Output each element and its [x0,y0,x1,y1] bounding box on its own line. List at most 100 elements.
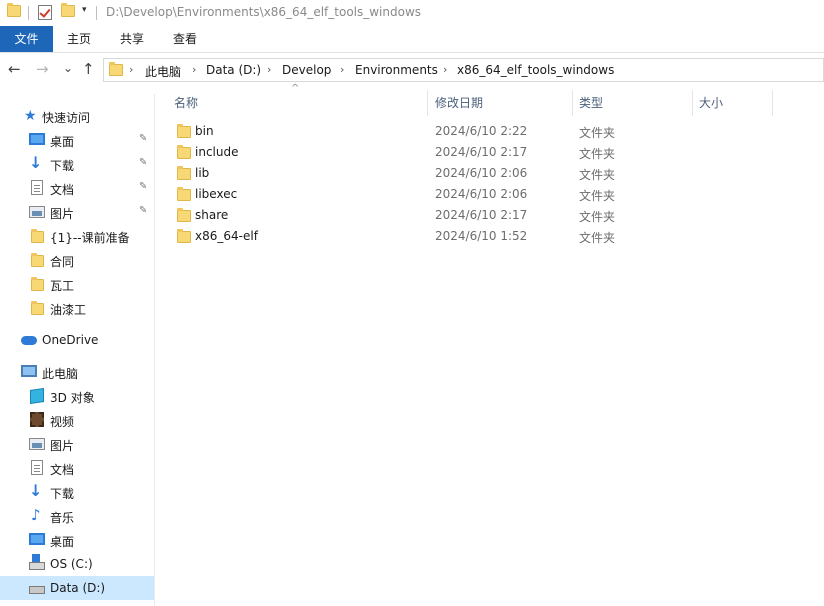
sidebar-item-label: 瓦工 [50,279,75,293]
breadcrumb-separator[interactable]: › [443,63,447,76]
file-name: include [195,145,239,159]
folder-icon [31,277,44,291]
sidebar-item-downloads[interactable]: ↓ 下载 ✎ [0,152,154,176]
sidebar-item-downloads-pc[interactable]: ↓ 下载 [0,480,154,504]
address-bar[interactable]: › 此电脑 › Data (D:) › Develop › Environmen… [103,58,824,82]
column-header-size[interactable]: 大小 [699,94,723,111]
sidebar-item-drive-c[interactable]: OS (C:) [0,552,154,576]
recent-locations-button[interactable]: ⌄ [63,61,73,75]
column-divider[interactable] [692,90,693,116]
file-type: 文件夹 [579,126,616,140]
title-bar: ▾ D:\Develop\Environments\x86_64_elf_too… [0,0,824,26]
sidebar-item-label: 音乐 [50,511,75,525]
file-type: 文件夹 [579,231,616,245]
sidebar-item-3d-objects[interactable]: 3D 对象 [0,384,154,408]
file-modified: 2024/6/10 2:17 [435,208,528,222]
document-icon [31,460,43,475]
folder-icon[interactable] [7,3,21,17]
sidebar-item-label: 文档 [50,463,75,477]
sidebar-item-label: 3D 对象 [50,391,95,405]
breadcrumb-current-folder[interactable]: x86_64_elf_tools_windows [457,63,614,77]
sidebar-item-folder-contract[interactable]: 合同 [0,248,154,272]
sidebar-item-quick-access[interactable]: ★ 快速访问 [0,104,154,128]
sidebar-item-documents[interactable]: 文档 ✎ [0,176,154,200]
table-row[interactable]: bin 2024/6/10 2:22 文件夹 [156,121,756,142]
sidebar-item-label: 合同 [50,255,75,269]
folder-icon [177,145,191,159]
column-header-name[interactable]: 名称 [174,94,198,111]
tab-file[interactable]: 文件 [0,26,53,52]
sidebar-item-pictures[interactable]: 图片 ✎ [0,200,154,224]
sidebar-item-label: {1}--课前准备 [50,231,130,245]
breadcrumb-develop[interactable]: Develop [282,63,331,77]
onedrive-icon [21,336,37,345]
table-row[interactable]: x86_64-elf 2024/6/10 1:52 文件夹 [156,226,756,247]
column-header-modified[interactable]: 修改日期 [435,94,483,111]
sidebar-item-folder-painting[interactable]: 油漆工 [0,296,154,320]
desktop-icon [29,133,45,145]
customize-quick-access-dropdown[interactable]: ▾ [82,5,87,15]
sidebar-item-desktop-pc[interactable]: 桌面 [0,528,154,552]
video-icon [30,412,44,427]
tab-share[interactable]: 共享 [110,26,154,52]
table-row[interactable]: include 2024/6/10 2:17 文件夹 [156,142,756,163]
folder-icon [31,229,44,243]
navigation-pane: ★ 快速访问 桌面 ✎ ↓ 下载 ✎ 文档 ✎ 图片 ✎ {1}--课前准备 合… [0,94,155,606]
properties-icon[interactable] [38,5,52,20]
sidebar-item-pictures-pc[interactable]: 图片 [0,432,154,456]
drive-icon [29,554,45,570]
back-button[interactable]: ← [8,60,21,78]
column-header-type[interactable]: 类型 [579,94,603,111]
sidebar-item-videos[interactable]: 视频 [0,408,154,432]
new-folder-icon[interactable] [61,3,75,17]
sidebar-item-this-pc[interactable]: 此电脑 [0,360,154,384]
sidebar-item-desktop[interactable]: 桌面 ✎ [0,128,154,152]
file-name: share [195,208,229,222]
breadcrumb-separator[interactable]: › [340,63,344,76]
window-title: D:\Develop\Environments\x86_64_elf_tools… [106,5,422,19]
sidebar-item-folder-prep[interactable]: {1}--课前准备 [0,224,154,248]
toolbar-divider [28,6,29,20]
folder-icon [177,124,191,138]
tab-view[interactable]: 查看 [163,26,207,52]
breadcrumb-environments[interactable]: Environments [355,63,438,77]
3d-objects-icon [30,388,44,404]
table-row[interactable]: libexec 2024/6/10 2:06 文件夹 [156,184,756,205]
sidebar-item-drive-d[interactable]: Data (D:) [0,576,154,600]
table-row[interactable]: share 2024/6/10 2:17 文件夹 [156,205,756,226]
sidebar-item-label: 文档 [50,183,75,197]
pin-icon[interactable]: ✎ [139,205,147,216]
sidebar-item-label: OneDrive [42,333,99,347]
pin-icon[interactable]: ✎ [139,133,147,144]
music-icon: ♪ [31,506,41,524]
breadcrumb-separator[interactable]: › [267,63,271,76]
file-modified: 2024/6/10 2:22 [435,124,528,138]
sidebar-item-onedrive[interactable]: OneDrive [0,328,154,352]
sidebar-item-label: 油漆工 [50,303,87,317]
download-icon: ↓ [29,481,43,500]
desktop-icon [29,533,45,545]
file-type: 文件夹 [579,189,616,203]
sidebar-item-label: 桌面 [50,135,75,149]
pictures-icon [29,438,45,450]
file-modified: 2024/6/10 2:17 [435,145,528,159]
sidebar-item-label: 图片 [50,207,75,221]
breadcrumb-separator[interactable]: › [192,63,196,76]
table-row[interactable]: lib 2024/6/10 2:06 文件夹 [156,163,756,184]
file-name: x86_64-elf [195,229,258,243]
sort-ascending-icon: ^ [291,83,300,94]
forward-button[interactable]: → [36,60,49,78]
breadcrumb-separator[interactable]: › [129,63,133,76]
up-button[interactable]: ↑ [82,60,95,78]
sidebar-item-music[interactable]: ♪ 音乐 [0,504,154,528]
column-divider[interactable] [772,90,773,116]
pin-icon[interactable]: ✎ [139,181,147,192]
pin-icon[interactable]: ✎ [139,157,147,168]
sidebar-item-documents-pc[interactable]: 文档 [0,456,154,480]
column-divider[interactable] [572,90,573,116]
breadcrumb-this-pc[interactable]: 此电脑 [145,63,181,80]
breadcrumb-data-d[interactable]: Data (D:) [206,63,261,77]
sidebar-item-folder-tiling[interactable]: 瓦工 [0,272,154,296]
column-divider[interactable] [427,90,428,116]
tab-home[interactable]: 主页 [57,26,101,52]
